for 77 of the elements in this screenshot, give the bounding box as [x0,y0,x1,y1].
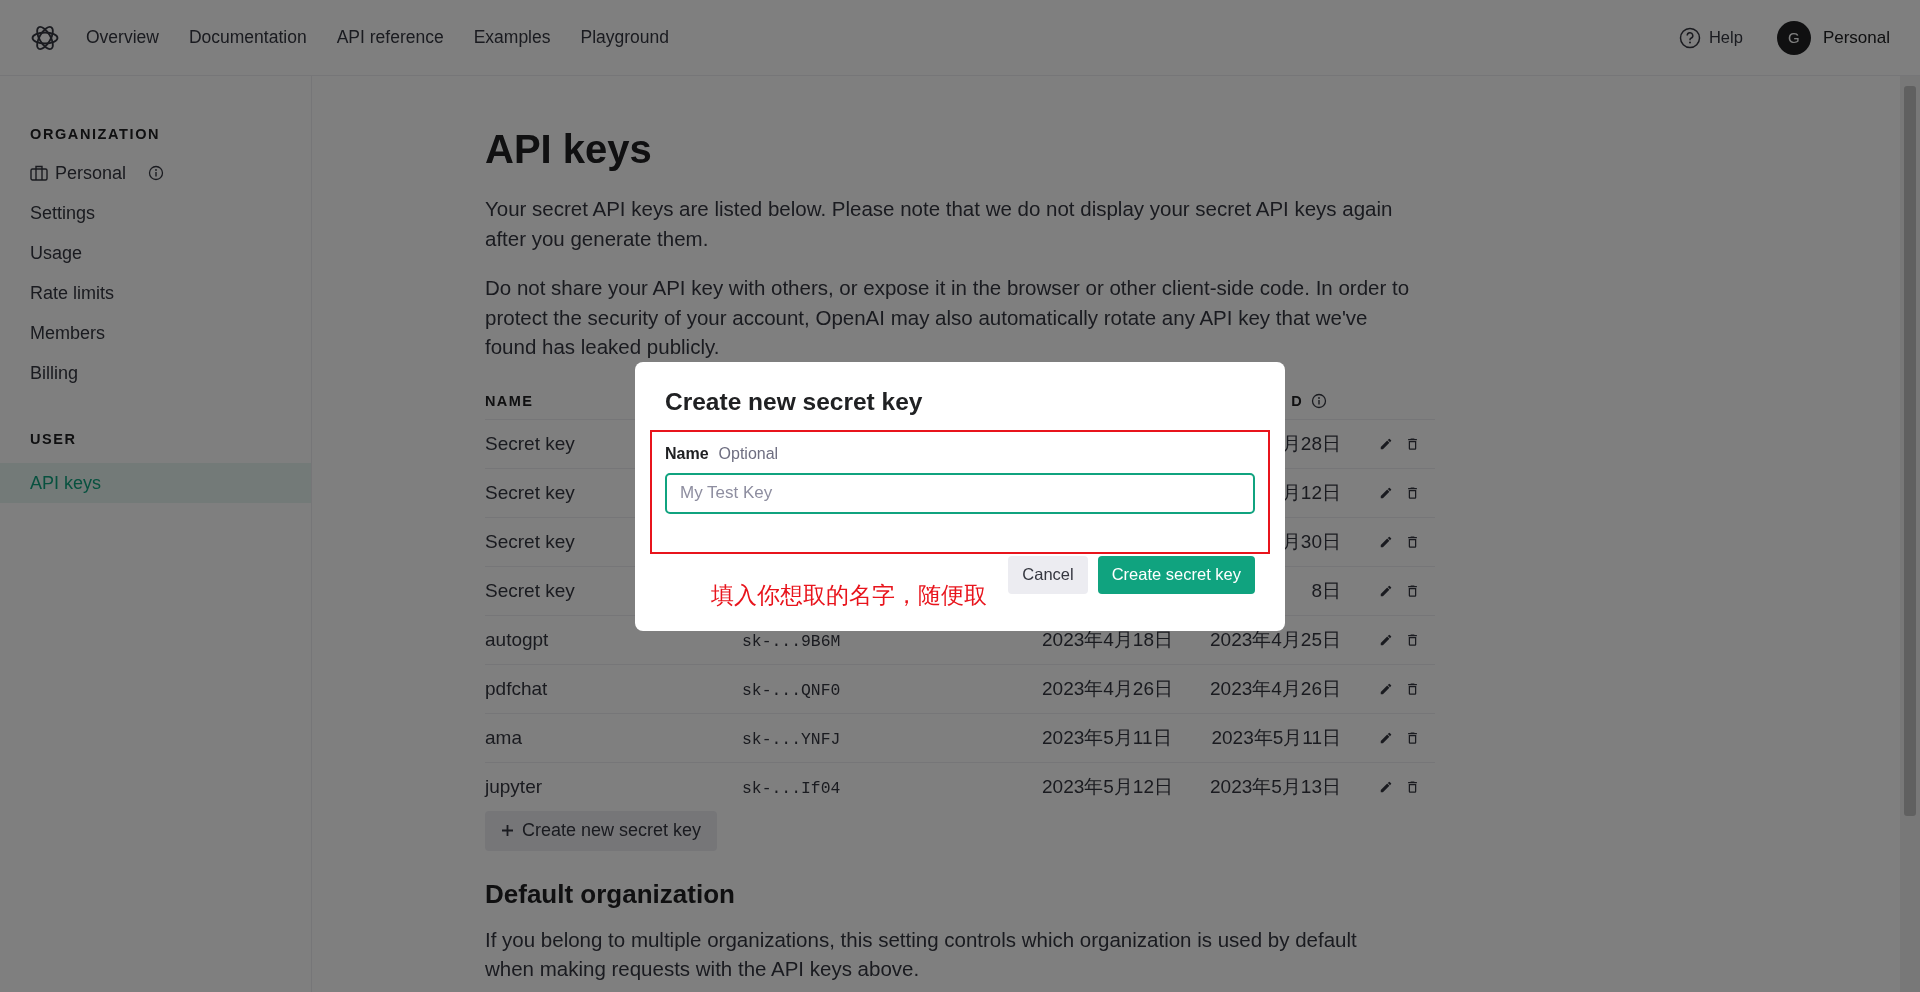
avatar[interactable]: G [1776,20,1811,55]
table-cell: 2023年4月26日 [1042,677,1173,699]
table-cell: sk-...YNFJ [742,729,841,749]
optional-hint: Optional [718,444,779,463]
pencil-icon[interactable] [1379,583,1393,598]
pencil-icon[interactable] [1379,681,1393,696]
trash-icon[interactable] [1405,729,1420,746]
table-cell: 8日 [1311,579,1341,601]
pencil-icon[interactable] [1379,485,1393,500]
sidebar-item[interactable]: Members [0,313,311,353]
table-cell: 2023年4月18日 [1042,628,1173,650]
sidebar-item[interactable]: Billing [0,353,311,393]
table-cell: Secret key [485,530,575,552]
briefcase-icon [30,165,48,181]
table-cell: Secret key [485,579,575,601]
create-button[interactable]: Create secret key [1097,555,1255,594]
table-cell: 2023年5月13日 [1210,775,1341,797]
column-header: NAME [485,392,534,409]
trash-icon[interactable] [1405,533,1420,550]
sidebar-heading: USER [29,431,78,448]
table-cell: 月28日 [1281,432,1341,454]
table-cell: Secret key [485,481,575,503]
table-cell: 2023年5月12日 [1042,775,1173,797]
cancel-button[interactable]: Cancel [1008,555,1088,594]
field-label: Name [665,444,709,463]
sidebar-heading: ORGANIZATION [29,126,162,143]
organization-item[interactable]: Personal [0,153,311,193]
dialog-title: Create new secret key [665,387,924,416]
account-name[interactable]: Personal [1822,27,1890,48]
info-icon [1311,392,1327,409]
pencil-icon[interactable] [1379,779,1393,794]
trash-icon[interactable] [1405,484,1420,501]
table-cell: Secret key [485,432,575,454]
help-link[interactable]: Help [1678,26,1743,49]
description-text: Do not share your API key with others, or expose it in the browser or other client-side code. In order to protect the security of your account, OpenAI may also automatically rotate any API key that we've found has leaked publicly. [485,275,1411,360]
table-cell: 2023年4月26日 [1210,677,1341,699]
nav-link[interactable]: Documentation [188,27,307,48]
description-text: If you belong to multiple organizations, this setting controls which organization is used by default when making requests with the API keys above. [485,926,1358,982]
sidebar-item[interactable]: Rate limits [0,273,311,313]
table-cell: sk-...9B6M [742,631,841,651]
plus-icon [501,824,514,837]
pencil-icon[interactable] [1379,730,1393,745]
table-cell: autogpt [485,628,549,650]
create-key-button[interactable]: Create new secret key [485,810,718,851]
nav-link[interactable]: Playground [580,27,670,48]
info-icon [148,165,165,181]
table-cell: jupyter [485,775,543,797]
table-cell: 月12日 [1281,481,1341,503]
sidebar-item[interactable]: Usage [0,233,311,273]
nav-link[interactable]: Overview [86,27,159,48]
table-cell: sk-...If04 [742,778,841,798]
pencil-icon[interactable] [1379,534,1393,549]
pencil-icon[interactable] [1379,436,1393,451]
sidebar-item[interactable]: Settings [0,193,311,233]
table-cell: 2023年4月25日 [1210,628,1341,650]
help-icon[interactable] [1678,26,1701,49]
trash-icon[interactable] [1405,631,1420,648]
pencil-icon[interactable] [1379,632,1393,647]
table-cell: sk-...QNF0 [742,680,841,700]
trash-icon[interactable] [1405,582,1420,599]
annotation-text: 填入你想取的名字，随便取 [711,580,987,610]
table-cell: 月30日 [1281,530,1341,552]
nav-link[interactable]: API reference [336,27,444,48]
table-cell: ama [485,726,522,748]
table-cell: 2023年5月11日 [1042,726,1172,748]
section-heading: Default organization [485,878,736,909]
name-input-field[interactable]: My Test Key [665,472,1255,514]
nav-link[interactable]: Examples [473,27,551,48]
trash-icon[interactable] [1405,435,1420,452]
column-header: D [1291,392,1303,409]
trash-icon[interactable] [1405,680,1420,697]
scrollbar[interactable] [1900,76,1920,992]
table-cell: pdfchat [485,677,548,699]
table-cell: 2023年5月11日 [1211,726,1341,748]
description-text: Your secret API keys are listed below. Please note that we do not display your secret API keys again after you generate them. [485,196,1394,252]
trash-icon[interactable] [1405,778,1420,795]
page-title: API keys [485,126,653,172]
